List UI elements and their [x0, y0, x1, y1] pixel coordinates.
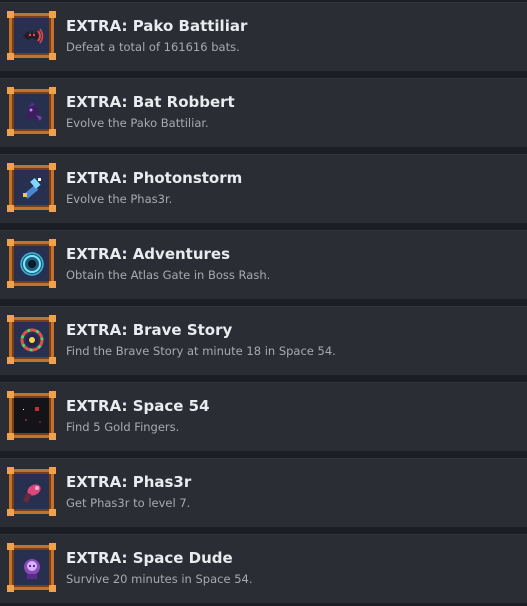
achievement-title: EXTRA: Pako Battiliar — [66, 17, 248, 35]
achievement-row[interactable]: EXTRA: Phas3r Get Phas3r to level 7. — [0, 458, 527, 527]
achievement-row[interactable]: EXTRA: Brave Story Find the Brave Story … — [0, 306, 527, 375]
achievement-row[interactable]: EXTRA: Photonstorm Evolve the Phas3r. — [0, 154, 527, 223]
phas3r-icon — [7, 467, 56, 516]
achievement-title: EXTRA: Photonstorm — [66, 169, 243, 187]
achievement-title: EXTRA: Brave Story — [66, 321, 233, 339]
achievement-title: EXTRA: Phas3r — [66, 473, 192, 491]
bat-robbert-icon — [7, 87, 56, 136]
achievement-row[interactable]: EXTRA: Adventures Obtain the Atlas Gate … — [0, 230, 527, 299]
space-dude-icon — [7, 543, 56, 592]
achievement-title: EXTRA: Space 54 — [66, 397, 210, 415]
achievement-title: EXTRA: Adventures — [66, 245, 231, 263]
achievement-description: Defeat a total of 161616 bats. — [66, 40, 240, 54]
photonstorm-icon — [7, 163, 56, 212]
achievement-description: Obtain the Atlas Gate in Boss Rash. — [66, 268, 271, 282]
achievement-row[interactable]: EXTRA: Bat Robbert Evolve the Pako Batti… — [0, 78, 527, 147]
achievement-description: Evolve the Pako Battiliar. — [66, 116, 209, 130]
achievement-description: Survive 20 minutes in Space 54. — [66, 572, 253, 586]
achievement-row[interactable]: EXTRA: Pako Battiliar Defeat a total of … — [0, 2, 527, 71]
achievement-description: Evolve the Phas3r. — [66, 192, 173, 206]
achievement-description: Find the Brave Story at minute 18 in Spa… — [66, 344, 336, 358]
achievement-title: EXTRA: Space Dude — [66, 549, 233, 567]
adventures-icon — [7, 239, 56, 288]
achievement-description: Find 5 Gold Fingers. — [66, 420, 180, 434]
brave-story-icon — [7, 315, 56, 364]
space-54-icon — [7, 391, 56, 440]
achievement-title: EXTRA: Bat Robbert — [66, 93, 235, 111]
achievement-row[interactable]: EXTRA: Space Dude Survive 20 minutes in … — [0, 534, 527, 603]
achievement-description: Get Phas3r to level 7. — [66, 496, 191, 510]
achievement-row[interactable]: EXTRA: Space 54 Find 5 Gold Fingers. — [0, 382, 527, 451]
pako-battiliar-icon — [7, 11, 56, 60]
